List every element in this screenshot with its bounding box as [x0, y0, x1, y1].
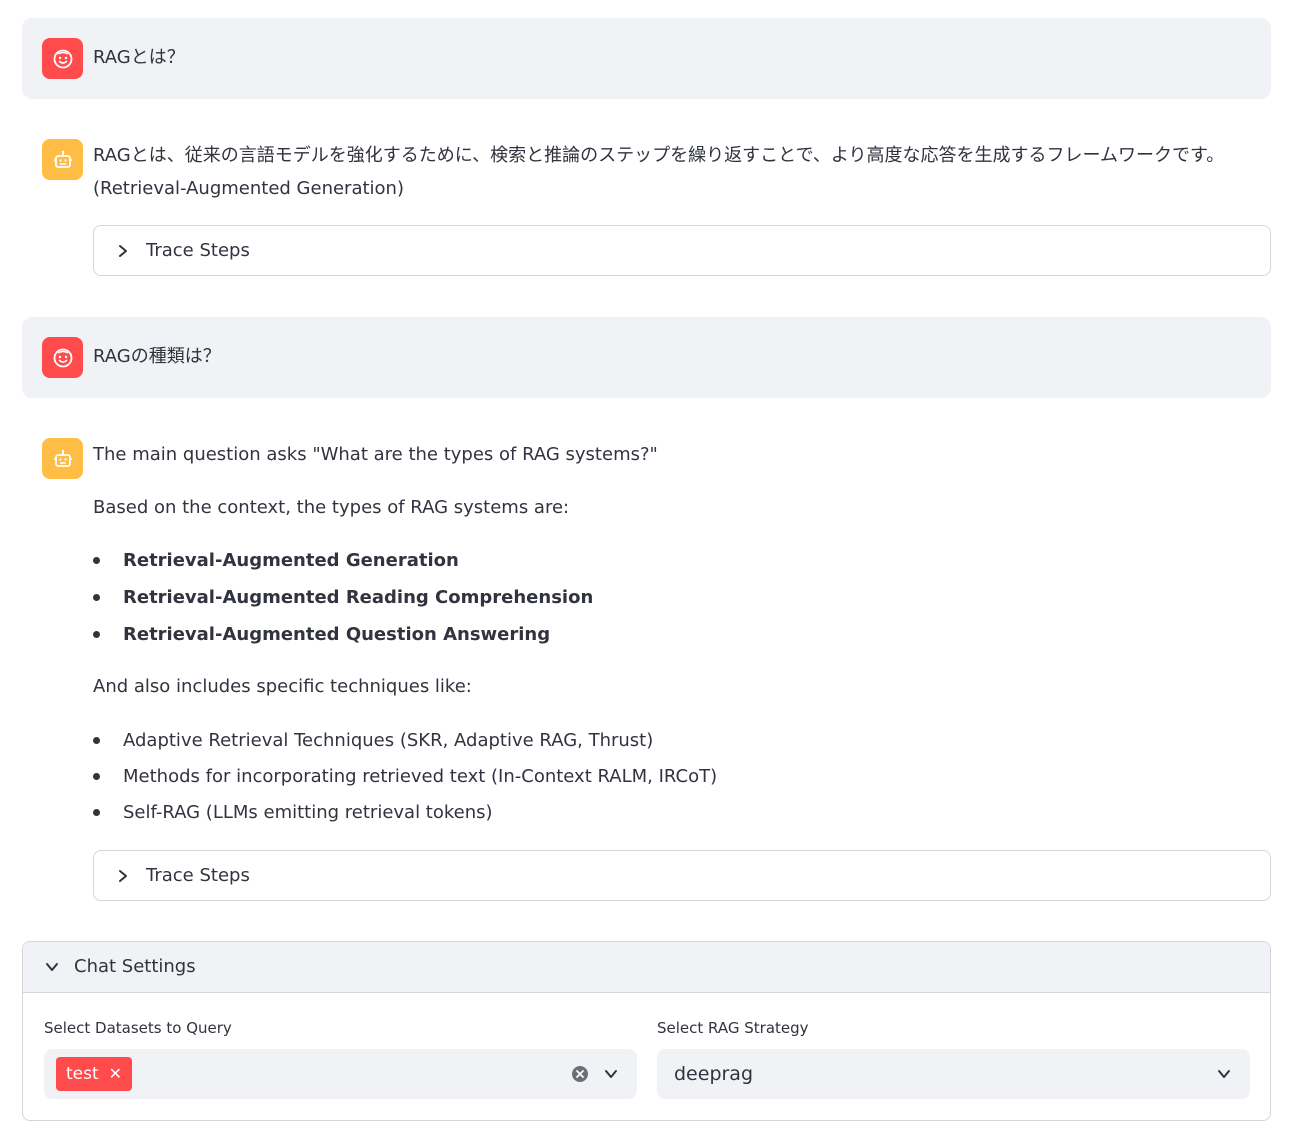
chat-settings-toggle[interactable]: Chat Settings [23, 942, 1270, 993]
assistant-message-text: RAGとは、従来の言語モデルを強化するために、検索と推論のステップを繰り返すこと… [93, 145, 1225, 199]
user-avatar-icon [42, 38, 83, 79]
strategy-value: deeprag [674, 1063, 754, 1085]
chevron-right-icon [119, 245, 127, 257]
technique-item: Adaptive Retrieval Techniques (SKR, Adap… [123, 730, 654, 751]
bullet-dot [93, 557, 100, 564]
chat-settings-panel: Chat Settings Select Datasets to Query t… [22, 941, 1271, 1121]
datasets-label: Select Datasets to Query [44, 1019, 232, 1037]
chevron-down-icon[interactable] [603, 1066, 619, 1082]
bullet-dot [93, 773, 100, 780]
expander-label: Trace Steps [146, 865, 250, 886]
chevron-down-icon [46, 963, 58, 971]
clear-icon[interactable] [571, 1065, 589, 1083]
user-message-1 [22, 18, 1271, 99]
datasets-multiselect[interactable]: test ✕ [44, 1049, 637, 1099]
bullet-dot [93, 737, 100, 744]
chevron-down-icon[interactable] [1216, 1066, 1232, 1082]
bullet-dot [93, 631, 100, 638]
user-message-text: RAGの種類は？ [93, 346, 221, 367]
bullet-dot [93, 809, 100, 816]
trace-steps-expander-1[interactable]: Trace Steps [93, 225, 1271, 276]
rag-type-item: Retrieval-Augmented Reading Comprehensio… [123, 587, 594, 608]
trace-steps-expander-2[interactable]: Trace Steps [93, 850, 1271, 901]
rag-type-item: Retrieval-Augmented Question Answering [123, 624, 551, 645]
technique-item: Methods for incorporating retrieved text… [123, 766, 718, 787]
bot-avatar-icon [42, 139, 83, 180]
dataset-tag-label: test [66, 1064, 99, 1084]
user-message-text: RAGとは？ [93, 47, 185, 68]
dataset-tag[interactable]: test ✕ [56, 1057, 133, 1091]
technique-item: Self-RAG (LLMs emitting retrieval tokens… [123, 802, 493, 823]
answer-context-line: Based on the context, the types of RAG s… [93, 497, 570, 518]
techniques-intro: And also includes specific techniques li… [93, 676, 472, 697]
strategy-select[interactable]: deeprag [657, 1049, 1250, 1099]
expander-label: Trace Steps [146, 240, 250, 261]
strategy-label: Select RAG Strategy [657, 1019, 809, 1037]
bot-avatar-icon [42, 438, 83, 479]
bullet-dot [93, 594, 100, 601]
answer-intro: The main question asks "What are the typ… [93, 444, 658, 465]
tag-remove-icon[interactable]: ✕ [109, 1057, 122, 1091]
user-avatar-icon [42, 337, 83, 378]
chevron-right-icon [119, 870, 127, 882]
rag-type-item: Retrieval-Augmented Generation [123, 550, 459, 571]
chat-settings-title: Chat Settings [74, 956, 196, 977]
